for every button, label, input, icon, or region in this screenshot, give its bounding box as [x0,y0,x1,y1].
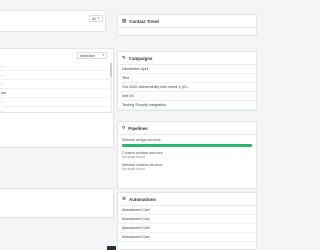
contact-trend-header: ▥ Contact Trend [118,15,256,28]
left-bottom-card [0,188,114,218]
campaign-item[interactable]: Test [118,74,256,83]
filter-icon: ⚲ [122,124,126,130]
automations-title: Automations [129,196,156,202]
automations-header: ⚙ Automations [118,193,256,206]
campaign-name: Test [122,76,129,80]
list-item[interactable]: ... [0,71,109,80]
list-item[interactable]: ... [0,98,109,107]
campaign-item[interactable]: Newsletter April [118,65,256,74]
list-item[interactable]: ... [0,80,109,89]
campaign-name: Newsletter April [122,67,149,71]
filter-dropdown[interactable]: All ▾ [89,15,103,22]
chevron-down-icon: ▾ [97,16,100,20]
list-item-label: om [1,91,7,95]
bottom-handle[interactable] [107,246,116,250]
list-item-label: ... [1,82,5,86]
scrollbar-thumb[interactable] [110,63,112,77]
campaigns-title: Campaigns [128,55,153,61]
pipelines-title: Pipelines [128,125,148,131]
interaction-dropdown[interactable]: Interaction ▾ [77,52,107,59]
campaign-item[interactable]: Oct 2020 deliverability test round 3 (Gi… [118,83,256,92]
campaign-item[interactable]: Testing Shopify integration [118,101,256,110]
automation-item[interactable]: Abandoned Cart [118,206,256,215]
pipeline-name[interactable]: Website design services [118,138,256,142]
interaction-dropdown-value: Interaction [80,53,95,58]
automation-name: Abandoned Cart [122,217,150,221]
automation-item[interactable]: Abandoned Cart [118,224,256,233]
pipelines-header: ⚲ Pipelines [118,122,256,135]
list-item-label: ... [1,100,5,104]
campaign-name: Oct 2020 deliverability test round 3 (Gi… [122,85,190,89]
megaphone-icon: ✎ [122,54,126,60]
campaign-name: Inbt #3 [122,94,134,98]
automation-item[interactable]: Abandoned Cart [118,233,256,242]
campaign-item[interactable]: Inbt #3 [118,92,256,101]
automation-icon: ⚙ [122,195,127,201]
filter-dropdown-value: All [92,16,96,21]
contact-trend-card: ▥ Contact Trend [117,14,257,36]
automation-item[interactable]: Abandoned Cart [118,215,256,224]
campaign-name: Testing Shopify integration [122,103,167,107]
list-item[interactable]: ... [0,62,109,71]
automations-card: ⚙ Automations Abandoned Cart Abandoned C… [117,192,257,250]
automation-name: Abandoned Cart [122,226,150,230]
campaigns-header: ✎ Campaigns [118,52,256,65]
left-top-card: All ▾ [0,10,106,32]
chevron-down-icon: ▾ [102,53,104,57]
list-item[interactable]: om [0,89,109,98]
pipelines-card: ⚲ Pipelines Website design services Cont… [117,121,257,189]
automation-name: Abandoned Cart [122,235,150,239]
automation-name: Abandoned Cart [122,208,150,212]
left-mid-card [0,112,114,148]
chart-icon: ▥ [122,17,127,23]
list-item-label: ... [1,73,5,77]
pipeline-status: No deals found [122,166,145,171]
list-item-label: ... [1,64,5,68]
campaigns-card: ✎ Campaigns Newsletter April Test Oct 20… [117,51,257,111]
contact-trend-title: Contact Trend [129,18,159,24]
left-list-card: Interaction ▾ ... ... ... om ... ... [0,48,114,116]
